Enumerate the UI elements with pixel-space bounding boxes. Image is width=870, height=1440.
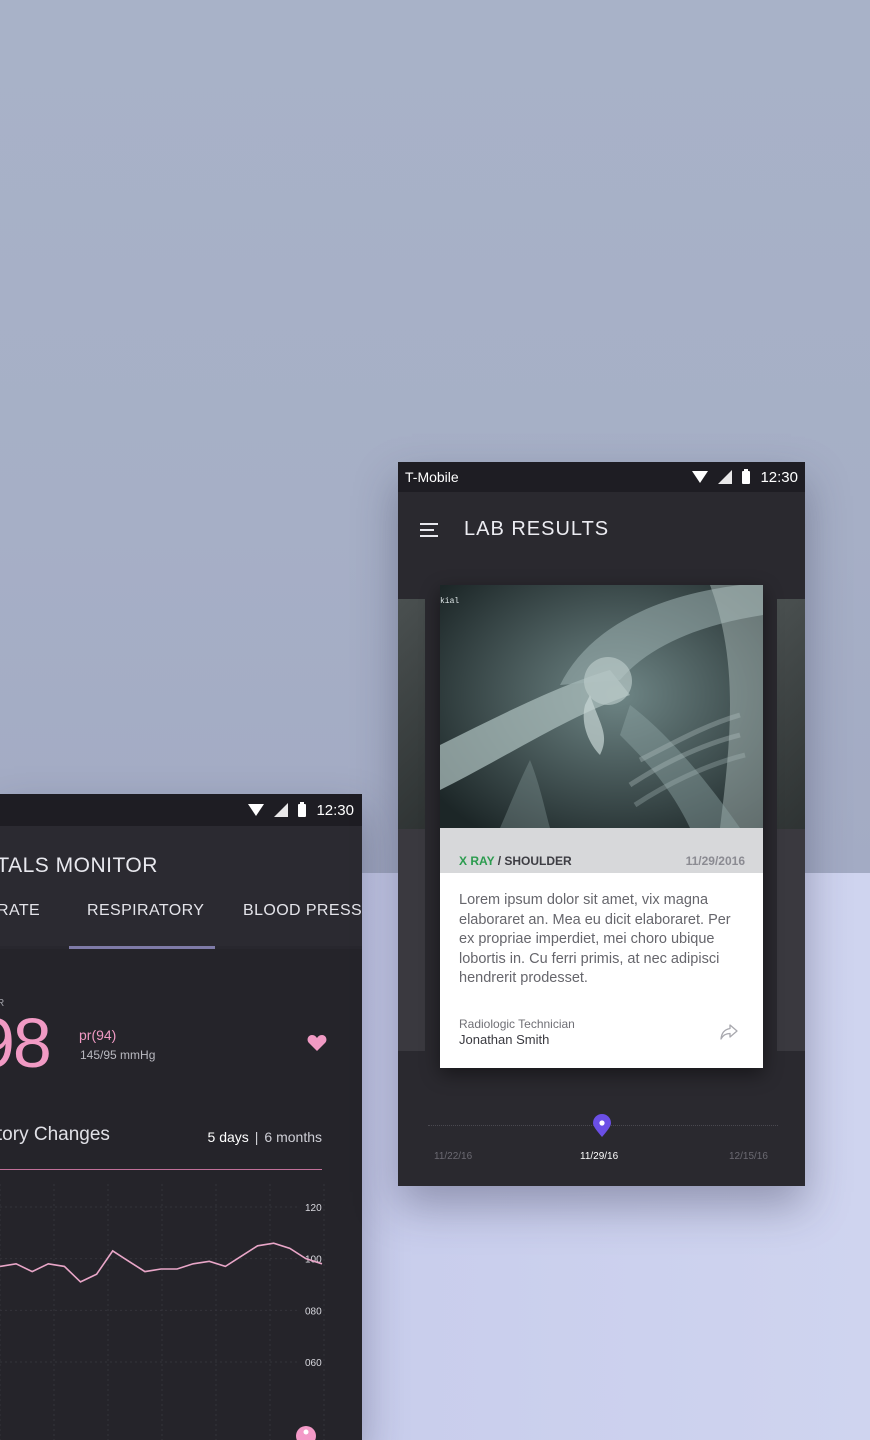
- section-divider: [0, 1169, 322, 1170]
- page-title: LAB RESULTS: [464, 518, 610, 540]
- pr-value: pr(94): [79, 1027, 117, 1043]
- result-type-highlight: X RAY: [459, 854, 495, 868]
- y-tick-label: 080: [305, 1306, 322, 1317]
- status-time: 12:30: [316, 801, 354, 819]
- location-pin-icon[interactable]: [592, 1114, 612, 1138]
- share-icon[interactable]: [720, 1024, 738, 1040]
- previous-card[interactable]: [398, 599, 425, 1051]
- y-tick-label: 120: [305, 1203, 322, 1214]
- status-time: 12:30: [760, 468, 798, 486]
- chart-marker-center: [303, 1429, 309, 1435]
- menu-icon[interactable]: [420, 523, 438, 537]
- y-tick-label: 100: [305, 1255, 322, 1266]
- next-card[interactable]: [777, 599, 805, 1051]
- tab-rate[interactable]: RATE: [0, 902, 40, 920]
- technician-role: Radiologic Technician: [459, 1017, 575, 1031]
- wifi-icon: [692, 471, 709, 483]
- timeline-date-3[interactable]: 12/15/16: [729, 1151, 768, 1162]
- range-selector: 5 days | 6 months: [208, 1129, 322, 1145]
- signal-icon: [718, 470, 733, 484]
- battery-icon: [298, 801, 307, 817]
- tab-blood-pressure[interactable]: BLOOD PRESSU: [243, 902, 362, 920]
- status-bar: 12:30: [0, 794, 362, 826]
- xray-marker: kial: [440, 597, 460, 606]
- page-title: ITALS MONITOR: [0, 854, 158, 877]
- result-type-area: / SHOULDER: [494, 854, 572, 868]
- previous-card-image: [398, 599, 425, 829]
- timeline-date-1[interactable]: 11/22/16: [434, 1151, 472, 1162]
- technician-name: Jonathan Smith: [459, 1032, 550, 1047]
- lab-result-card[interactable]: kial X RAY / SHOULDER 11/29/2016 Lorem i…: [440, 585, 763, 1068]
- range-6-months[interactable]: 6 months: [264, 1129, 322, 1145]
- carrier-label: T-Mobile: [405, 469, 459, 485]
- respiratory-chart: 120 100 080 060: [0, 1184, 325, 1440]
- xray-image: kial: [440, 585, 763, 828]
- vitals-phone: 12:30 ITALS MONITOR RATE RESPIRATORY BLO…: [0, 794, 362, 1440]
- status-bar: T-Mobile 12:30: [398, 462, 805, 492]
- lab-results-phone: T-Mobile 12:30 LAB RESULTS kial X RAY / …: [398, 462, 805, 1186]
- signal-icon: [274, 803, 289, 817]
- blood-pressure-value: 145/95 mmHg: [80, 1048, 156, 1062]
- section-title: ratory Changes: [0, 1124, 110, 1145]
- tab-respiratory[interactable]: RESPIRATORY: [87, 902, 204, 920]
- battery-icon: [742, 468, 751, 484]
- heart-icon[interactable]: [307, 1034, 327, 1052]
- result-type: X RAY / SHOULDER: [459, 854, 572, 868]
- wifi-icon: [248, 804, 265, 816]
- timeline-date-2[interactable]: 11/29/16: [580, 1151, 618, 1162]
- result-date: 11/29/2016: [685, 854, 745, 868]
- y-tick-label: 060: [305, 1358, 322, 1369]
- reading-value: 98: [0, 1004, 52, 1082]
- range-separator: |: [254, 1129, 259, 1145]
- range-5-days[interactable]: 5 days: [208, 1129, 249, 1145]
- result-description: Lorem ipsum dolor sit amet, vix magna el…: [459, 892, 731, 986]
- respiratory-series-line: [0, 1242, 323, 1283]
- next-card-image: [777, 599, 805, 829]
